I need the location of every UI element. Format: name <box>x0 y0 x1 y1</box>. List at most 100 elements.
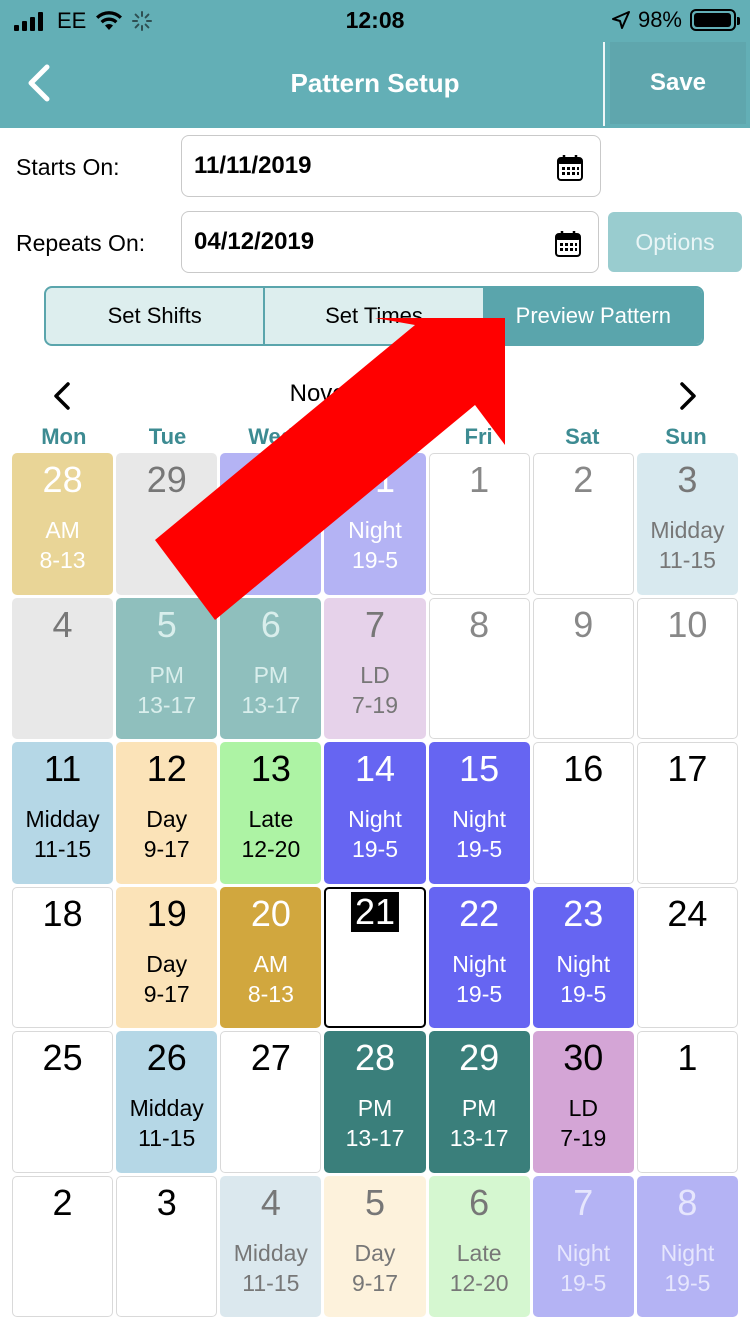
day-cell[interactable]: 31 Night 19-5 <box>324 453 426 595</box>
save-button[interactable]: Save <box>610 42 746 124</box>
day-number: 20 <box>250 892 291 934</box>
day-cell[interactable]: 13 Late 12-20 <box>220 742 322 884</box>
shift-time: 12-20 <box>241 836 301 862</box>
status-right: 98% <box>611 7 740 33</box>
day-number: 2 <box>573 459 594 500</box>
day-cell[interactable]: 3 <box>116 1175 218 1317</box>
day-number: 18 <box>42 892 83 934</box>
shift-name: PM <box>461 1095 497 1121</box>
day-cell[interactable]: 30 <box>220 453 322 595</box>
day-cell[interactable]: 24 <box>636 886 738 1028</box>
calendar-icon[interactable] <box>554 230 582 258</box>
day-cell[interactable]: 9 <box>532 597 634 739</box>
day-cell[interactable]: 8 <box>428 597 530 739</box>
day-number: 17 <box>667 748 708 789</box>
day-cell[interactable]: 18 <box>12 886 114 1028</box>
options-button[interactable]: Options <box>608 212 742 272</box>
shift-name: AM <box>253 950 289 977</box>
shift-name: PM <box>253 661 289 688</box>
weekday-label: Tue <box>148 424 187 449</box>
day-cell[interactable]: 28 PM 13-17 <box>324 1031 426 1173</box>
weekday-label: Sat <box>565 424 600 449</box>
day-cell[interactable]: 17 <box>636 742 738 884</box>
segmented-control: Set Shifts Set Times Preview Pattern <box>44 286 704 346</box>
shift-name: LD <box>568 1095 598 1121</box>
repeats-on-label: Repeats On: <box>16 230 146 256</box>
battery-icon <box>690 9 740 31</box>
shift-time: 9-17 <box>143 980 190 1007</box>
day-cell[interactable]: 3 Midday 11-15 <box>636 453 738 595</box>
day-cell[interactable]: 30 LD 7-19 <box>532 1031 634 1173</box>
day-cell[interactable]: 7 LD 7-19 <box>324 597 426 739</box>
shift-name: Day <box>354 1239 396 1266</box>
day-cell[interactable]: 10 <box>636 597 738 739</box>
battery-percent: 98% <box>637 7 682 32</box>
shift-time: 19-5 <box>560 1269 607 1296</box>
battery-fill <box>694 13 732 27</box>
day-cell[interactable]: 2 <box>532 453 634 595</box>
day-number: 30 <box>250 459 291 500</box>
shift-name: Late <box>248 806 294 832</box>
day-cell[interactable]: 11 Midday 11-15 <box>12 742 114 884</box>
shift-name: PM <box>149 661 184 688</box>
starts-on-field[interactable]: 11/11/2019 <box>181 135 601 197</box>
shift-name: Midday <box>233 1239 308 1266</box>
shift-name: LD <box>360 661 390 688</box>
segment-preview-pattern[interactable]: Preview Pattern <box>484 288 702 344</box>
day-number: 30 <box>563 1037 604 1078</box>
day-cell[interactable]: 29 PM 13-17 <box>428 1031 530 1173</box>
day-cell[interactable]: 2 <box>12 1175 114 1317</box>
day-cell[interactable]: 23 Night 19-5 <box>532 886 634 1028</box>
segment-set-times[interactable]: Set Times <box>265 288 485 344</box>
day-number: 8 <box>677 1181 698 1223</box>
day-number: 1 <box>469 459 490 500</box>
day-cell[interactable]: 29 <box>116 453 218 595</box>
day-cell[interactable]: 5 Day 9-17 <box>324 1175 426 1317</box>
day-cell[interactable]: 21 <box>324 886 426 1028</box>
shift-name: Midday <box>25 806 100 832</box>
day-cell[interactable]: 14 Night 19-5 <box>324 742 426 884</box>
day-number: 27 <box>250 1037 291 1078</box>
day-number: 2 <box>52 1181 73 1223</box>
day-cell[interactable]: 1 <box>636 1031 738 1173</box>
shift-name: Night <box>348 806 402 832</box>
day-cell[interactable]: 16 <box>532 742 634 884</box>
day-cell[interactable]: 4 Midday 11-15 <box>220 1175 322 1317</box>
day-cell[interactable]: 5 PM 13-17 <box>116 597 218 739</box>
repeats-on-value: 04/12/2019 <box>194 228 315 255</box>
day-cell[interactable]: 6 PM 13-17 <box>220 597 322 739</box>
day-cell[interactable]: 26 Midday 11-15 <box>116 1031 218 1173</box>
shift-name: PM <box>357 1095 393 1121</box>
day-cell[interactable]: 7 Night 19-5 <box>532 1175 634 1317</box>
day-cell[interactable]: 19 Day 9-17 <box>116 886 218 1028</box>
day-number: 23 <box>563 892 604 934</box>
day-cell[interactable]: 22 Night 19-5 <box>428 886 530 1028</box>
day-cell[interactable]: 28 AM 8-13 <box>12 453 114 595</box>
day-cell[interactable]: 8 Night 19-5 <box>636 1175 738 1317</box>
day-cell[interactable]: 4 <box>12 597 114 739</box>
day-cell[interactable]: 27 <box>220 1031 322 1173</box>
shift-name: Night <box>660 1239 715 1266</box>
day-cell[interactable]: 12 Day 9-17 <box>116 742 218 884</box>
shift-time: 12-20 <box>449 1269 509 1296</box>
weekday-label: Sun <box>665 424 707 449</box>
day-cell[interactable]: 25 <box>12 1031 114 1173</box>
day-number: 14 <box>354 748 396 789</box>
day-cell[interactable]: 6 Late 12-20 <box>428 1175 530 1317</box>
calendar-icon[interactable] <box>556 154 584 182</box>
nav-bar: Pattern Setup Save <box>0 42 750 128</box>
day-cell[interactable]: 15 Night 19-5 <box>428 742 530 884</box>
next-month-button[interactable] <box>670 378 706 414</box>
day-cell[interactable]: 20 AM 8-13 <box>220 886 322 1028</box>
repeats-on-field[interactable]: 04/12/2019 <box>181 211 599 273</box>
shift-name: Night <box>348 517 402 543</box>
day-number: 21 <box>350 891 400 932</box>
nav-divider <box>603 42 605 126</box>
shift-time: 13-17 <box>345 1125 405 1151</box>
shift-time: 19-5 <box>560 980 607 1007</box>
shift-time: 8-13 <box>39 547 86 573</box>
segment-set-shifts[interactable]: Set Shifts <box>46 288 266 344</box>
shift-time: 19-5 <box>351 547 399 573</box>
shift-time: 19-5 <box>456 836 503 862</box>
day-cell[interactable]: 1 <box>428 453 530 595</box>
